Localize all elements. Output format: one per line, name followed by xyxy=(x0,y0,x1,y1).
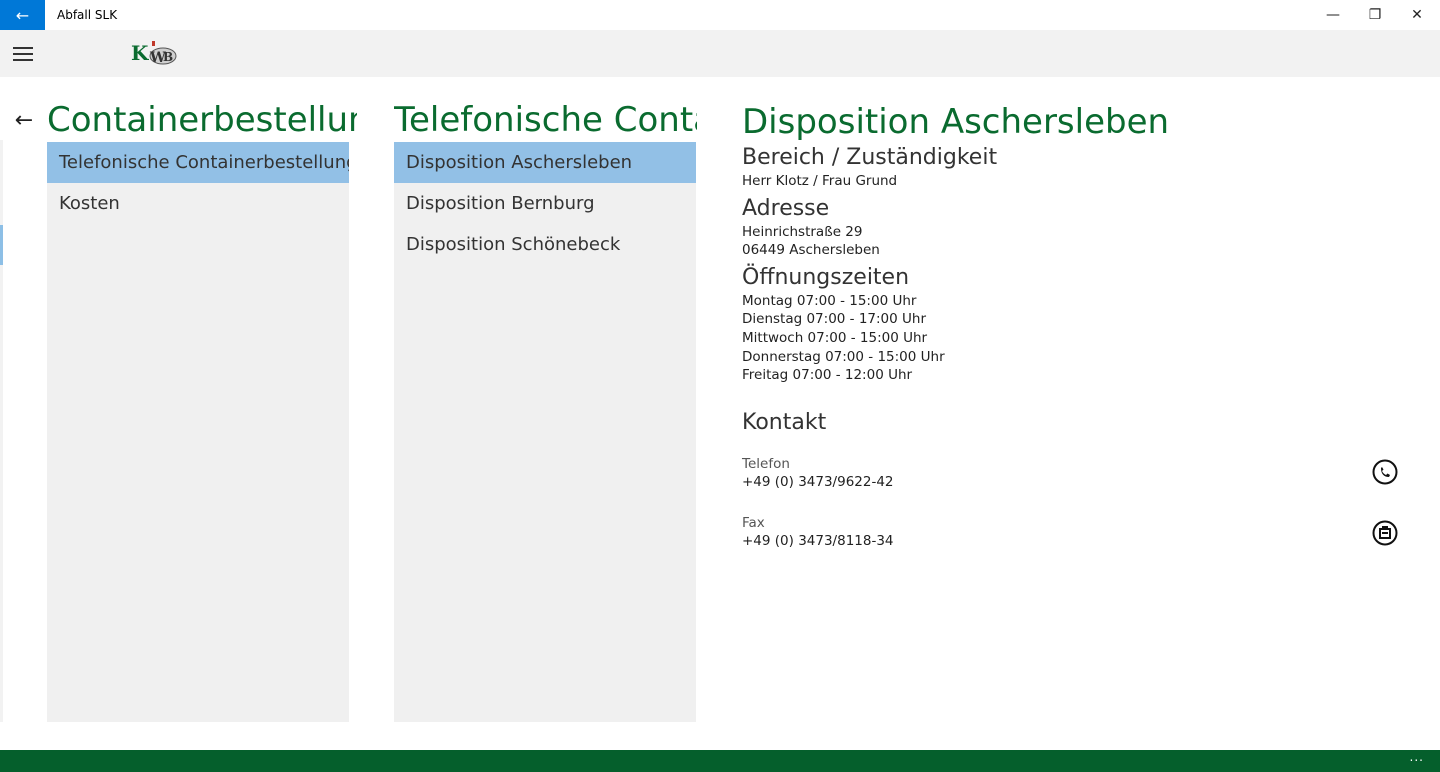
hamburger-menu-button[interactable] xyxy=(0,30,45,77)
close-icon: ✕ xyxy=(1411,7,1423,23)
kwb-logo: K W B xyxy=(130,41,178,66)
oeffnungszeiten-heading: Öffnungszeiten xyxy=(742,264,910,290)
adresse-line1: Heinrichstraße 29 xyxy=(742,223,863,240)
oeffnungszeiten-dienstag: Dienstag 07:00 - 17:00 Uhr xyxy=(742,311,927,328)
list-item-kosten[interactable]: Kosten xyxy=(47,183,349,224)
left-rail xyxy=(0,140,3,722)
rail-indicator xyxy=(0,225,3,265)
column-title-telefonische: Telefonische Containerbestellung xyxy=(394,100,697,140)
arrow-left-icon: ← xyxy=(15,5,30,25)
hamburger-icon xyxy=(12,46,33,49)
close-button[interactable]: ✕ xyxy=(1394,0,1440,30)
telefon-label: Telefon xyxy=(742,455,790,472)
adresse-line2: 06449 Aschersleben xyxy=(742,242,880,259)
kontakt-heading: Kontakt xyxy=(742,409,827,435)
oeffnungszeiten-donnerstag: Donnerstag 07:00 - 15:00 Uhr xyxy=(742,348,945,365)
title-bar: ← Abfall SLK — ❐ ✕ xyxy=(0,0,1440,30)
column-title-containerbestellung: Containerbestellung xyxy=(47,100,357,140)
app-header: K W B xyxy=(0,30,1440,77)
list-item-disposition-aschersleben[interactable]: Disposition Aschersleben xyxy=(394,142,696,183)
adresse-heading: Adresse xyxy=(742,195,830,221)
minimize-button[interactable]: — xyxy=(1310,0,1356,30)
arrow-left-icon: ← xyxy=(14,107,34,133)
svg-text:K: K xyxy=(131,41,149,65)
telefon-value[interactable]: +49 (0) 3473/9622-42 xyxy=(742,473,1422,492)
list-item-disposition-schoenebeck[interactable]: Disposition Schönebeck xyxy=(394,224,696,265)
containerbestellung-list: Telefonische Containerbestellung Kosten xyxy=(47,142,349,722)
list-item-disposition-bernburg[interactable]: Disposition Bernburg xyxy=(394,183,696,224)
window-title: Abfall SLK xyxy=(57,8,118,22)
fax-label: Fax xyxy=(742,515,765,532)
oeffnungszeiten-freitag: Freitag 07:00 - 12:00 Uhr xyxy=(742,367,913,384)
svg-text:B: B xyxy=(163,50,173,64)
minimize-icon: — xyxy=(1326,7,1340,23)
more-button[interactable]: ... xyxy=(1410,750,1424,764)
list-item-telefonische-containerbestellung[interactable]: Telefonische Containerbestellung xyxy=(47,142,349,183)
oeffnungszeiten-montag: Montag 07:00 - 15:00 Uhr xyxy=(742,292,917,309)
fax-icon[interactable] xyxy=(1372,520,1398,546)
restore-icon: ❐ xyxy=(1368,7,1382,23)
fax-value[interactable]: +49 (0) 3473/8118-34 xyxy=(742,532,1422,551)
detail-pane: Disposition Aschersleben Bereich / Zustä… xyxy=(742,100,1422,551)
bereich-heading: Bereich / Zuständigkeit xyxy=(742,145,998,170)
disposition-list: Disposition Aschersleben Disposition Ber… xyxy=(394,142,696,722)
bottom-app-bar: ... xyxy=(0,750,1440,772)
oeffnungszeiten-mittwoch: Mittwoch 07:00 - 15:00 Uhr xyxy=(742,329,928,346)
detail-title: Disposition Aschersleben xyxy=(742,102,1170,142)
page-back-button[interactable]: ← xyxy=(10,106,38,134)
window-back-button[interactable]: ← xyxy=(0,0,45,30)
bereich-value: Herr Klotz / Frau Grund xyxy=(742,173,898,189)
phone-call-icon[interactable] xyxy=(1372,459,1398,485)
maximize-button[interactable]: ❐ xyxy=(1352,0,1398,30)
